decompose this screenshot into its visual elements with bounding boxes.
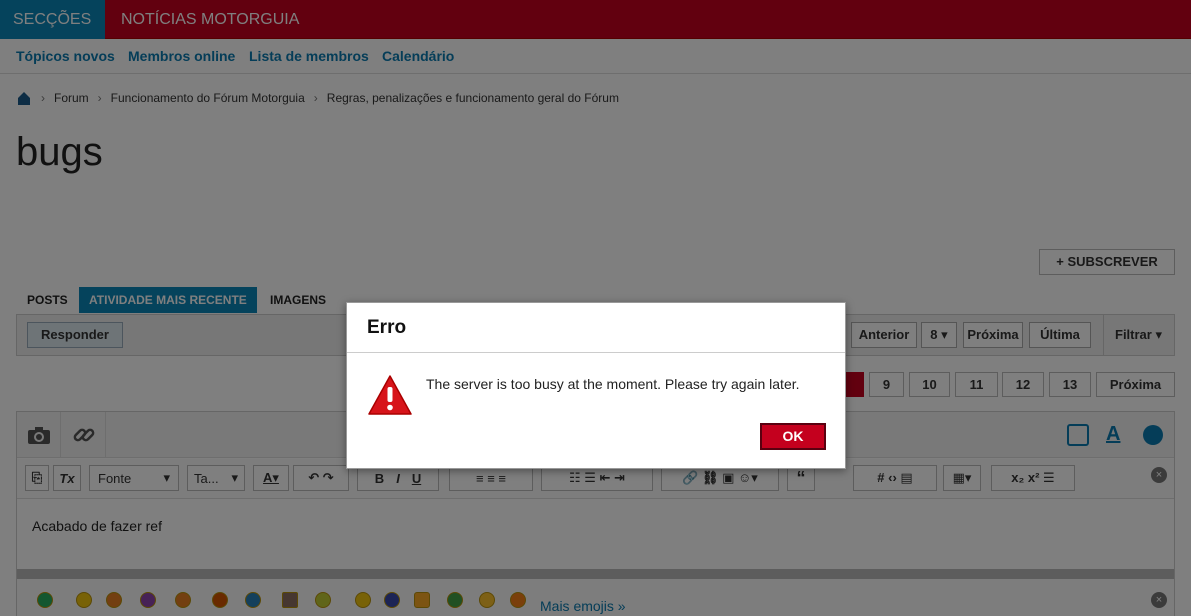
divider bbox=[347, 352, 845, 353]
error-dialog: Erro The server is too busy at the momen… bbox=[346, 302, 846, 469]
dialog-message: The server is too busy at the moment. Pl… bbox=[426, 376, 800, 392]
warning-icon bbox=[368, 375, 412, 415]
dialog-title: Erro bbox=[367, 317, 407, 338]
ok-button[interactable]: OK bbox=[760, 423, 826, 450]
